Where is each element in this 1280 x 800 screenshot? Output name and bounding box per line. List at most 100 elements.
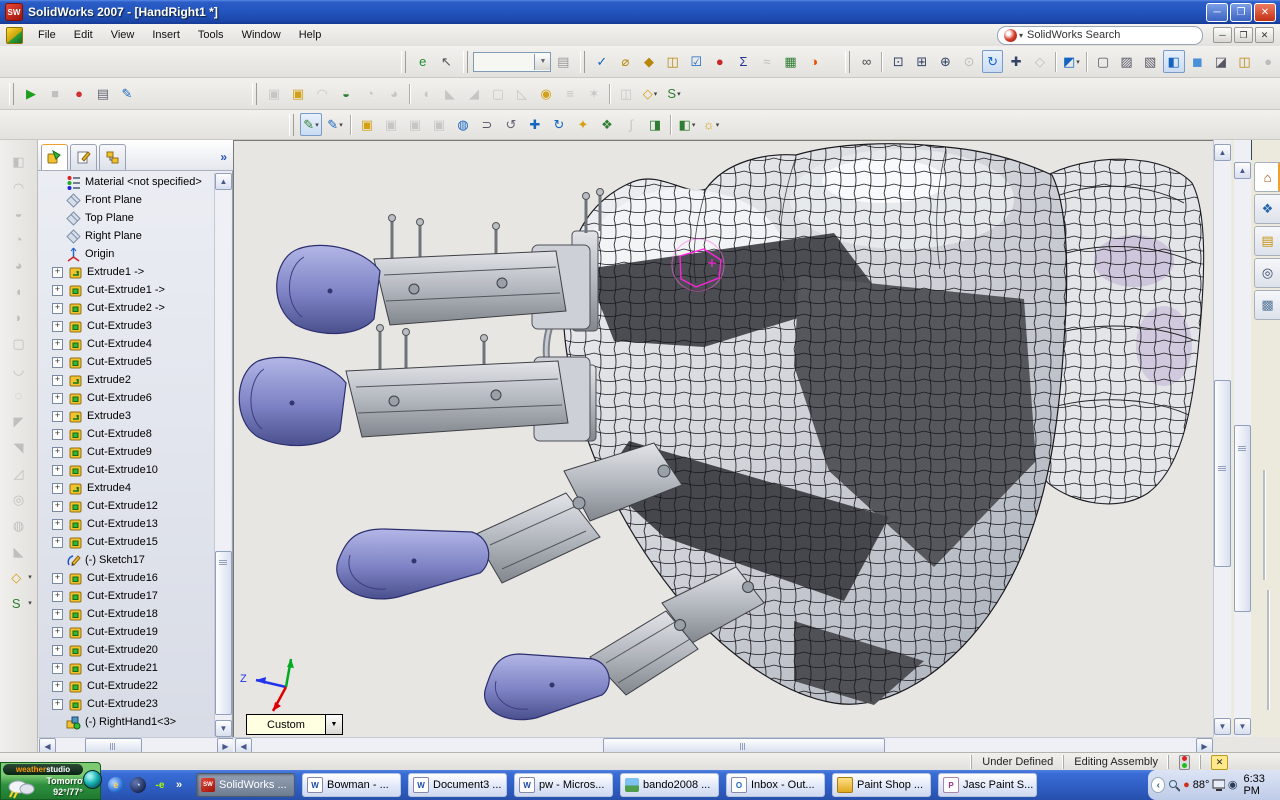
expand-plus-icon[interactable]: + xyxy=(52,645,63,656)
scroll-up-icon[interactable]: ▲ xyxy=(215,173,232,190)
hole-wizard-icon[interactable]: ◉ xyxy=(535,82,557,105)
tree-item[interactable]: +Cut-Extrude15 xyxy=(38,533,214,551)
edrawings-icon[interactable]: -e xyxy=(152,777,168,793)
shadows-icon[interactable]: ◪ xyxy=(1210,50,1232,73)
view-orientation-dropdown[interactable]: Custom ▼ xyxy=(246,714,343,735)
taskbar-button[interactable]: bando2008 ... xyxy=(620,773,719,797)
tree-item[interactable]: +Cut-Extrude10 xyxy=(38,461,214,479)
expand-plus-icon[interactable]: + xyxy=(52,357,63,368)
menu-window[interactable]: Window xyxy=(233,26,290,44)
expand-plus-icon[interactable]: + xyxy=(52,663,63,674)
new-macro-icon[interactable]: ▤ xyxy=(92,82,114,105)
chevron-down-icon[interactable]: ▼ xyxy=(325,715,342,734)
extruded-boss-icon[interactable]: ▣ xyxy=(287,82,309,105)
tree-item[interactable]: +Cut-Extrude4 xyxy=(38,335,214,353)
mdi-restore-button[interactable]: ❐ xyxy=(1234,27,1253,43)
solidworks-search-input[interactable]: ▾ SolidWorks Search xyxy=(997,26,1203,45)
insert-components-icon[interactable]: ▣ xyxy=(356,113,378,136)
tree-item[interactable]: +Cut-Extrude2 -> xyxy=(38,299,214,317)
menu-edit[interactable]: Edit xyxy=(65,26,102,44)
reference-geometry-icon[interactable]: ◇ xyxy=(5,566,27,589)
assembly-features-icon[interactable]: ◧▾ xyxy=(676,113,698,136)
menu-help[interactable]: Help xyxy=(290,26,331,44)
section-view-icon[interactable]: ◫ xyxy=(1234,50,1256,73)
expand-plus-icon[interactable]: + xyxy=(52,483,63,494)
wireframe-icon[interactable]: ▢ xyxy=(1092,50,1114,73)
tree-item[interactable]: Material <not specified> xyxy=(38,173,214,191)
smart-mates-icon[interactable]: ↺ xyxy=(500,113,522,136)
design-library-tab[interactable]: ❖ xyxy=(1254,194,1280,224)
curvature-icon[interactable]: ◑ xyxy=(803,50,825,73)
menu-view[interactable]: View xyxy=(102,26,144,44)
chevron-down-icon[interactable]: ▾ xyxy=(716,121,720,129)
scroll-up-icon[interactable]: ▲ xyxy=(1214,144,1231,161)
tree-item[interactable]: (-) RightHand1<3> xyxy=(38,713,214,731)
tree-item[interactable]: +Cut-Extrude8 xyxy=(38,425,214,443)
tab-feature-manager[interactable] xyxy=(41,144,68,170)
tree-item[interactable]: +Cut-Extrude9 xyxy=(38,443,214,461)
view-palette-tab[interactable]: ▩ xyxy=(1254,290,1280,320)
expand-plus-icon[interactable]: + xyxy=(52,501,63,512)
spell-check-icon[interactable]: ✓ xyxy=(591,50,613,73)
tree-item[interactable]: +Cut-Extrude5 xyxy=(38,353,214,371)
tree-item[interactable]: (-) Sketch17 xyxy=(38,551,214,569)
viewport-vertical-scrollbar[interactable]: ▲ ▼ xyxy=(1213,140,1231,737)
curves-icon[interactable]: S xyxy=(5,592,27,615)
graphics-area[interactable]: Z X Custom ▼ xyxy=(233,140,1213,737)
zoom-area-icon[interactable]: ⊞ xyxy=(911,50,933,73)
chevron-down-icon[interactable]: ▾ xyxy=(315,121,319,129)
web-page-icon[interactable]: e xyxy=(412,50,434,73)
chevron-down-icon[interactable]: ▾ xyxy=(677,90,681,98)
rotate-view-icon[interactable]: ↻ xyxy=(982,50,1004,73)
toolbar-grip[interactable] xyxy=(580,51,585,73)
shaded-with-edges-icon[interactable]: ◧ xyxy=(1163,50,1185,73)
quick-tips-icon[interactable]: ✕ xyxy=(1211,755,1228,770)
sketch-icon[interactable]: ✎▾ xyxy=(324,113,346,136)
expand-plus-icon[interactable]: + xyxy=(52,375,63,386)
tree-item[interactable]: +Cut-Extrude21 xyxy=(38,659,214,677)
close-button[interactable]: ✕ xyxy=(1254,3,1276,22)
hide-show-components-icon[interactable]: ◍ xyxy=(452,113,474,136)
toolbar-grip[interactable] xyxy=(401,51,406,73)
expand-plus-icon[interactable]: + xyxy=(52,267,63,278)
select-pointer-icon[interactable]: ↖ xyxy=(436,50,458,73)
solidworks-resources-tab[interactable]: ⌂ xyxy=(1254,162,1280,192)
smart-fasteners-icon[interactable]: ✦ xyxy=(572,113,594,136)
restore-button[interactable]: ❐ xyxy=(1230,3,1252,22)
expand-plus-icon[interactable]: + xyxy=(52,609,63,620)
swept-boss-icon[interactable]: ◒ xyxy=(335,82,357,105)
hide-icons-chevron[interactable]: ‹ xyxy=(1151,777,1165,793)
tree-item[interactable]: Top Plane xyxy=(38,209,214,227)
hidden-lines-visible-icon[interactable]: ▨ xyxy=(1116,50,1138,73)
search-dropdown-icon[interactable]: ▾ xyxy=(1019,31,1023,40)
layer-icon[interactable]: ▤ xyxy=(552,50,574,73)
chevron-down-icon[interactable]: ▾ xyxy=(28,573,32,581)
tree-item[interactable]: Origin xyxy=(38,245,214,263)
expand-plus-icon[interactable]: + xyxy=(52,447,63,458)
tree-item[interactable]: +Cut-Extrude12 xyxy=(38,497,214,515)
tree-item[interactable]: Right Plane xyxy=(38,227,214,245)
run-macro-icon[interactable]: ▶ xyxy=(20,82,42,105)
tree-item[interactable]: +Extrude4 xyxy=(38,479,214,497)
tree-scroll-thumb[interactable] xyxy=(215,551,232,715)
toolbar-grip[interactable] xyxy=(252,83,257,105)
taskbar-button[interactable]: OInbox - Out... xyxy=(726,773,825,797)
chevron-down-icon[interactable]: ▾ xyxy=(1076,58,1080,66)
measure-icon[interactable]: ⌀ xyxy=(615,50,637,73)
zoom-in-out-icon[interactable]: ⊕ xyxy=(935,50,957,73)
expand-plus-icon[interactable]: + xyxy=(52,285,63,296)
mdi-close-button[interactable]: ✕ xyxy=(1255,27,1274,43)
chevron-down-icon[interactable]: ▾ xyxy=(28,599,32,607)
reference-geometry-icon[interactable]: ◇▾ xyxy=(639,82,661,105)
pan-icon[interactable]: ✚ xyxy=(1005,50,1027,73)
move-component-icon[interactable]: ✚ xyxy=(524,113,546,136)
expand-plus-icon[interactable]: + xyxy=(52,591,63,602)
tree-item[interactable]: +Cut-Extrude23 xyxy=(38,695,214,713)
curves-icon[interactable]: S▾ xyxy=(663,82,685,105)
splitter-grip[interactable] xyxy=(1267,590,1269,710)
standard-views-icon[interactable]: ◩▾ xyxy=(1061,50,1083,73)
tree-item[interactable]: +Extrude3 xyxy=(38,407,214,425)
zoom-fit-icon[interactable]: ⊡ xyxy=(887,50,909,73)
expand-plus-icon[interactable]: + xyxy=(52,303,63,314)
toolbar-grip[interactable] xyxy=(9,83,14,105)
